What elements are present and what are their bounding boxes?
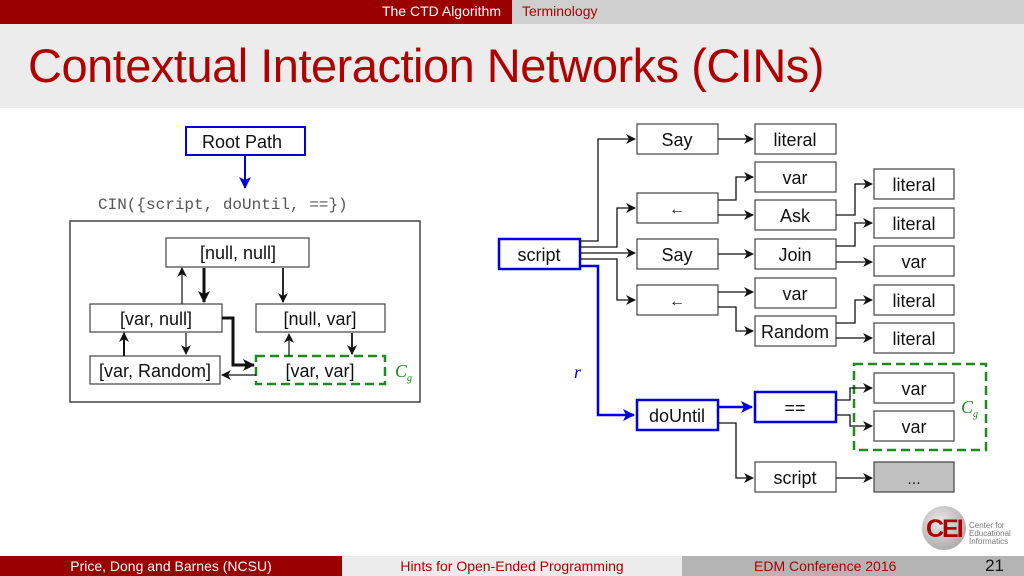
svg-text:Random: Random [761,322,829,342]
svg-text:script: script [773,468,816,488]
node-var-join: var [873,245,955,277]
svg-text:==: == [784,398,805,418]
section-tab-current[interactable]: Terminology [512,0,1024,24]
svg-text:...: ... [907,471,920,488]
slide-title: Contextual Interaction Networks (CINs) [28,39,824,92]
node-literal-ask: literal [873,168,955,200]
svg-text:[var, Random]: [var, Random] [99,361,211,381]
page-number: 21 [985,556,1004,575]
node-null-null: [null, null] [165,237,310,268]
svg-text:Say: Say [661,245,692,265]
node-ask: Ask [754,199,837,231]
logo-abbr: CEI [926,515,964,543]
svg-text:[null, null]: [null, null] [200,243,276,263]
node-join: Join [754,238,837,270]
node-literal-join: literal [873,207,955,239]
svg-text:←: ← [669,201,685,218]
root-path-label: Root Path [202,132,282,152]
node-var-null: [var, null] [89,303,223,333]
node-script-root: script [497,237,582,271]
node-var-2: var [754,277,837,309]
node-say-1: Say [636,123,719,155]
svg-text:[var, null]: [var, null] [120,309,192,329]
svg-text:literal: literal [892,175,935,195]
svg-text:var: var [782,284,807,304]
footer-conference-block: EDM Conference 2016 21 [682,556,1024,576]
svg-text:script: script [517,245,560,265]
node-random: Random [754,315,837,347]
svg-text:literal: literal [892,291,935,311]
cei-logo: CEI Center for Educational Informatics [920,506,1024,554]
svg-text:Join: Join [778,245,811,265]
node-null-var: [null, var] [255,303,386,333]
svg-text:[var, var]: [var, var] [285,361,354,381]
footer-talk-title: Hints for Open-Ended Programming [342,556,682,576]
svg-text:var: var [901,379,926,399]
node-var-eq-1: var [873,372,955,404]
svg-text:literal: literal [892,329,935,349]
node-literal-random-1: literal [873,284,955,316]
node-literal-1: literal [754,123,837,155]
svg-text:var: var [782,168,807,188]
svg-text:←: ← [669,293,685,310]
footer-conference: EDM Conference 2016 [754,558,897,574]
svg-text:var: var [901,252,926,272]
node-eq: == [753,390,838,424]
node-assign-2: ← [636,284,719,316]
root-path-letter: r [574,362,582,382]
svg-text:literal: literal [773,130,816,150]
footer-authors: Price, Dong and Barnes (NCSU) [0,556,342,576]
title-bar: Contextual Interaction Networks (CINs) [0,24,1024,108]
node-var-eq-2: var [873,410,955,442]
node-dountil: doUntil [635,398,720,432]
svg-text:Ask: Ask [780,206,811,226]
svg-text:literal: literal [892,214,935,234]
goal-label-right: Cg [961,397,978,420]
section-tab-active[interactable]: The CTD Algorithm [0,0,512,24]
node-var-var-goal: [var, var] [254,354,387,386]
section-label-current: Terminology [522,3,598,19]
node-say-2: Say [636,238,719,270]
node-literal-random-2: literal [873,322,955,354]
svg-text:[null, var]: [null, var] [283,309,356,329]
root-path-box: Root Path [185,126,306,156]
logo-line-3: Informatics [969,537,1009,546]
cin-diagram: Root Path CIN({script, doUntil, ==}) [nu… [69,123,988,493]
section-label-active: The CTD Algorithm [381,3,501,19]
cin-expression: CIN({script, doUntil, ==}) [98,196,348,214]
node-assign-1: ← [636,192,719,224]
node-script-2: script [754,461,837,493]
svg-text:var: var [901,417,926,437]
section-navigation: The CTD Algorithm Terminology [0,0,1024,24]
node-var-random: [var, Random] [89,355,221,385]
node-var-1: var [754,161,837,193]
svg-text:Say: Say [661,130,692,150]
footer: Price, Dong and Barnes (NCSU) Hints for … [0,556,1024,576]
svg-text:doUntil: doUntil [649,406,705,426]
node-ellipsis-collapsed: ... [873,461,955,493]
